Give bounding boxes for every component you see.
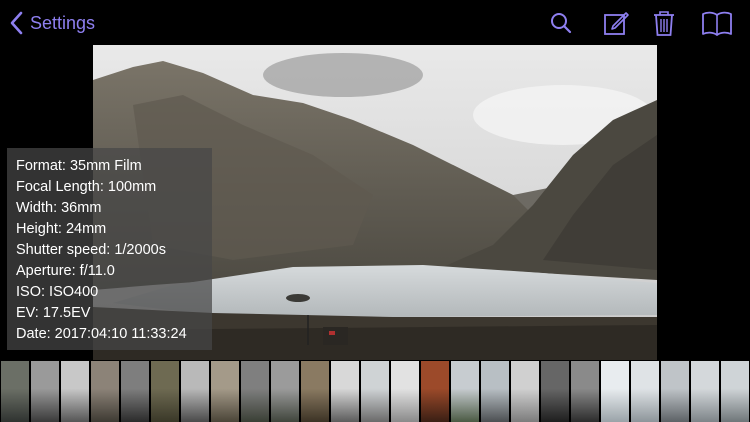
info-height: Height: 24mm — [16, 221, 107, 237]
thumbnail-item[interactable] — [1, 361, 29, 422]
thumbnail-item[interactable] — [511, 361, 539, 422]
chevron-left-icon — [10, 11, 23, 35]
trash-icon — [654, 11, 674, 36]
thumbnail-item[interactable] — [181, 361, 209, 422]
thumbnail-item[interactable] — [271, 361, 299, 422]
search-icon — [551, 13, 572, 34]
thumbnail-item[interactable] — [301, 361, 329, 422]
thumbnail-item[interactable] — [331, 361, 359, 422]
thumbnail-item[interactable] — [661, 361, 689, 422]
thumbnail-item[interactable] — [61, 361, 89, 422]
thumbnail-item[interactable] — [541, 361, 569, 422]
info-aperture: Aperture: f/11.0 — [16, 263, 115, 279]
thumbnail-item[interactable] — [211, 361, 239, 422]
back-label: Settings — [30, 12, 96, 33]
delete-button[interactable] — [650, 9, 678, 37]
top-bar: Settings — [0, 0, 750, 45]
thumbnail-item[interactable] — [691, 361, 719, 422]
thumbnail-item[interactable] — [121, 361, 149, 422]
exif-info-panel: Format: 35mm Film Focal Length: 100mm Wi… — [7, 148, 212, 350]
bookmarks-button[interactable] — [701, 9, 733, 37]
thumbnail-item[interactable] — [451, 361, 479, 422]
edit-button[interactable] — [602, 9, 630, 37]
thumbnail-item[interactable] — [31, 361, 59, 422]
info-shutter-speed: Shutter speed: 1/2000s — [16, 242, 166, 258]
thumbnail-item[interactable] — [721, 361, 749, 422]
thumbnail-item[interactable] — [151, 361, 179, 422]
thumbnail-item[interactable] — [361, 361, 389, 422]
thumbnail-item[interactable] — [571, 361, 599, 422]
thumbnail-strip[interactable] — [0, 361, 750, 422]
thumbnail-item[interactable] — [91, 361, 119, 422]
thumbnail-item[interactable] — [601, 361, 629, 422]
thumbnail-item[interactable] — [421, 361, 449, 422]
edit-icon — [604, 12, 629, 35]
thumbnail-item[interactable] — [391, 361, 419, 422]
thumbnail-item[interactable] — [631, 361, 659, 422]
thumbnail-item[interactable] — [241, 361, 269, 422]
info-date: Date: 2017:04:10 11:33:24 — [16, 326, 187, 342]
thumbnail-item[interactable] — [481, 361, 509, 422]
info-format: Format: 35mm Film — [16, 158, 142, 174]
back-button[interactable]: Settings — [10, 9, 95, 37]
info-focal-length: Focal Length: 100mm — [16, 179, 157, 195]
info-iso: ISO: ISO400 — [16, 284, 99, 300]
info-width: Width: 36mm — [16, 200, 102, 216]
info-ev: EV: 17.5EV — [16, 305, 91, 321]
book-icon — [702, 11, 732, 36]
search-button[interactable] — [547, 9, 575, 37]
